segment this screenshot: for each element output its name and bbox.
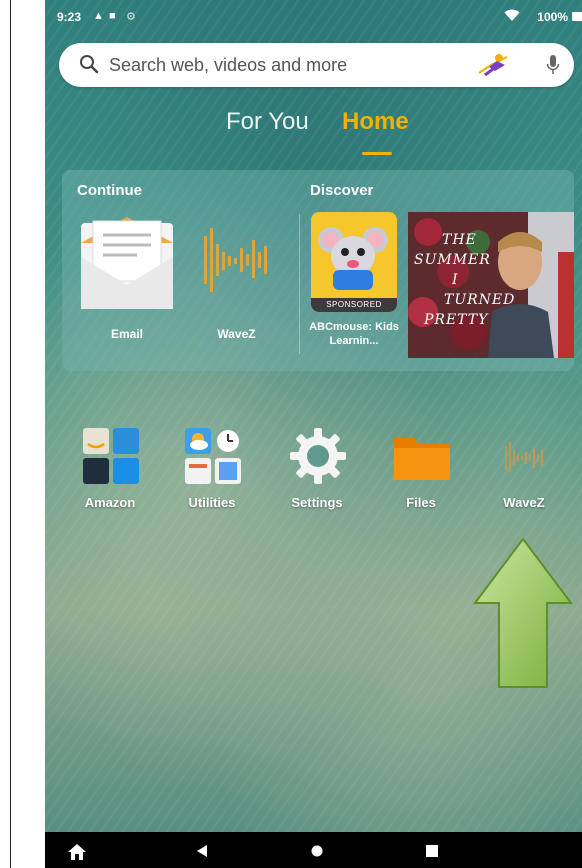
active-tab-indicator: [362, 152, 392, 155]
poster-title-line-4: TURNED: [444, 292, 516, 308]
tab-bar: For You Home: [45, 108, 582, 158]
app-files-label: Files: [406, 495, 436, 510]
search-bar[interactable]: Search web, videos and more: [59, 43, 574, 87]
app-utilities-label: Utilities: [188, 495, 236, 510]
tab-for-you[interactable]: For You: [226, 108, 309, 136]
email-icon[interactable]: [77, 213, 177, 313]
abcmouse-tile[interactable]: SPONSORED: [311, 212, 397, 312]
recents-icon[interactable]: [426, 845, 438, 857]
abcmouse-icon: [311, 212, 397, 312]
continue-discover-card: Continue Discover Email WaveZ SPONSORED …: [62, 170, 574, 371]
poster-title-line-5: PRETTY: [424, 312, 489, 328]
message-icon: ■: [109, 10, 116, 22]
summer-i-turned-pretty-tile[interactable]: THE SUMMER I TURNED PRETTY: [408, 212, 574, 358]
app-wavez[interactable]: WaveZ: [479, 425, 569, 525]
wavez-icon[interactable]: [194, 220, 279, 300]
annotation-arrow-icon: [473, 537, 573, 688]
poster-title-line-1: THE: [442, 232, 477, 248]
tab-home[interactable]: Home: [342, 108, 409, 136]
section-divider: [299, 214, 300, 354]
utilities-folder-icon: [185, 428, 241, 484]
email-label: Email: [110, 327, 143, 341]
poster-title-line-3: I: [452, 272, 459, 288]
poster-title-line-2: SUMMER: [414, 252, 491, 268]
alexa-flyer-icon[interactable]: [477, 51, 511, 79]
home-icon[interactable]: [67, 843, 87, 861]
folder-icon: [394, 438, 450, 480]
wavez-app-icon: [505, 442, 543, 472]
status-time: 9:23: [57, 10, 82, 24]
wavez-label: WaveZ: [217, 327, 256, 341]
back-icon[interactable]: [195, 844, 209, 858]
abcmouse-label: ABCmouse: Kids Learnin...: [309, 321, 399, 347]
settings-status-icon: ⚙: [126, 11, 136, 23]
microphone-icon[interactable]: [546, 54, 560, 76]
app-grid: Amazon Utilities Settings Files WaveZ: [45, 425, 582, 525]
discover-heading: Discover: [310, 182, 374, 199]
battery-level: 100%: [537, 10, 568, 24]
frame-border: [10, 0, 11, 868]
app-wavez-label: WaveZ: [503, 495, 545, 510]
sponsored-badge: SPONSORED: [326, 300, 382, 309]
amazon-folder-icon: [83, 428, 139, 484]
tablet-screen: 9:23 ▲ ■ ⚙ 100% Search web, videos and m…: [45, 0, 582, 868]
app-utilities[interactable]: Utilities: [167, 425, 257, 525]
app-settings-label: Settings: [291, 495, 343, 510]
gear-icon: [290, 428, 346, 484]
navigation-bar: [45, 832, 582, 868]
app-files[interactable]: Files: [376, 425, 466, 525]
wifi-icon: [504, 9, 520, 21]
app-amazon-label: Amazon: [84, 495, 136, 510]
alert-icon: ▲: [93, 10, 104, 22]
continue-heading: Continue: [77, 182, 142, 199]
status-bar: 9:23 ▲ ■ ⚙ 100%: [45, 0, 582, 32]
app-amazon[interactable]: Amazon: [65, 425, 155, 525]
search-icon: [80, 55, 99, 74]
app-settings[interactable]: Settings: [272, 425, 362, 525]
battery-icon: [572, 12, 582, 21]
home-button-icon[interactable]: [311, 845, 323, 857]
search-input[interactable]: Search web, videos and more: [109, 55, 347, 76]
